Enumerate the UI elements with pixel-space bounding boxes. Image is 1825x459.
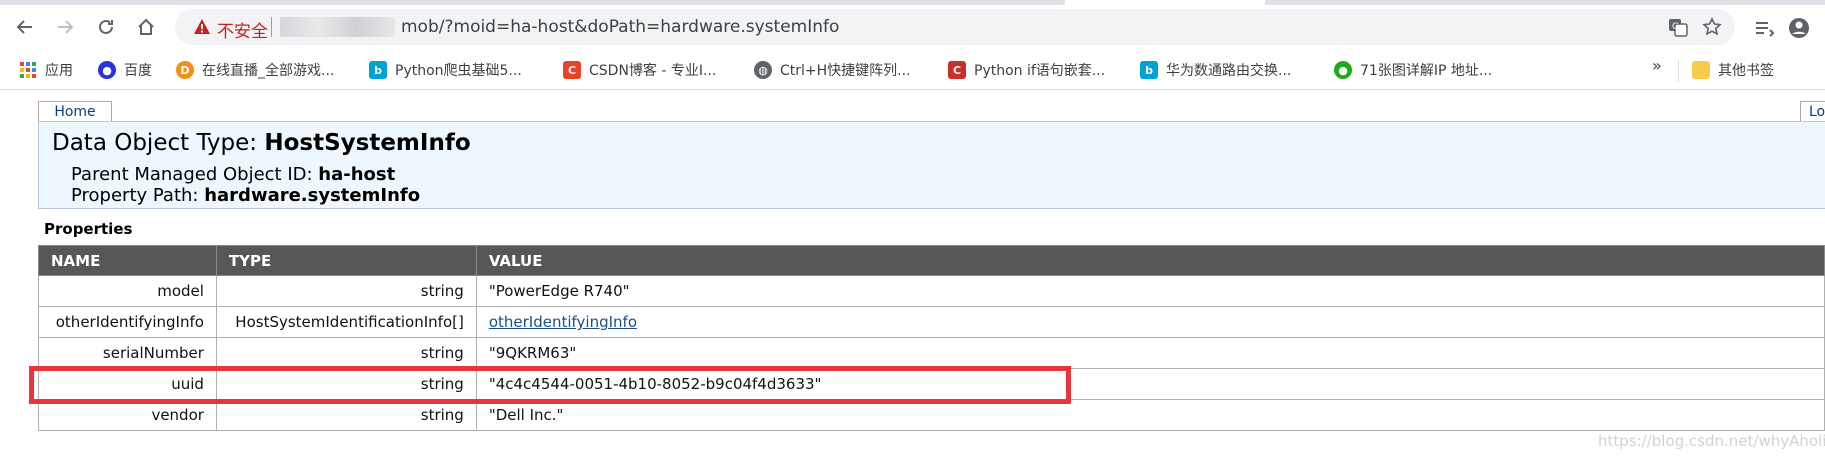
forward-arrow-icon — [58, 20, 74, 34]
home-icon — [138, 18, 154, 35]
bookmark-label: 71张图详解IP 地址... — [1360, 63, 1493, 79]
more-bookmarks-chevron-icon[interactable]: » — [1652, 56, 1662, 75]
csdn-c-icon: C — [948, 61, 966, 79]
bookmark-label: 应用 — [45, 63, 73, 79]
bookmark-label: Ctrl+H快捷键阵列... — [780, 63, 911, 79]
bookmark-baidu[interactable]: ● 百度 — [98, 60, 152, 80]
back-button[interactable] — [10, 12, 40, 42]
page-title: Data Object Type: HostSystemInfo — [52, 130, 471, 156]
forward-button[interactable] — [50, 12, 80, 42]
table-row: model string "PowerEdge R740" — [38, 275, 1825, 307]
warning-triangle-icon — [194, 19, 210, 34]
parent-moid-label: Parent Managed Object ID: — [71, 164, 319, 185]
url-text[interactable]: mob/?moid=ha-host&doPath=hardware.system… — [401, 17, 839, 37]
bookmark-label: CSDN博客 - 专业I... — [589, 63, 717, 79]
bookmark-label: 在线直播_全部游戏... — [202, 63, 335, 79]
table-row: serialNumber string "9QKRM63" — [38, 337, 1825, 369]
property-value: "Dell Inc." — [475, 399, 1825, 431]
properties-heading: Properties — [44, 220, 133, 238]
translate-icon[interactable]: G — [1668, 17, 1688, 37]
address-bar[interactable]: 不安全 mob/?moid=ha-host&doPath=hardware.sy… — [175, 9, 1735, 45]
bookmark-douyu[interactable]: D 在线直播_全部游戏... — [176, 60, 334, 80]
security-label[interactable]: 不安全 — [217, 17, 268, 42]
column-header-name: NAME — [38, 245, 217, 276]
profile-avatar-icon[interactable] — [1788, 17, 1810, 39]
parent-moid-line: Parent Managed Object ID: ha-host — [71, 164, 395, 185]
property-value-cell: otherIdentifyingInfo — [475, 306, 1825, 338]
bookmark-ip-address[interactable]: ● 71张图详解IP 地址... — [1334, 60, 1492, 80]
bookmark-ctrl-h[interactable]: ◍ Ctrl+H快捷键阵列... — [754, 60, 911, 80]
bookmark-label: 百度 — [124, 63, 152, 79]
omnibox-divider — [271, 17, 272, 37]
property-type: string — [215, 399, 477, 431]
logout-link[interactable]: Lo — [1800, 101, 1825, 121]
back-arrow-icon — [16, 20, 32, 34]
property-name: model — [38, 275, 217, 307]
property-name: serialNumber — [38, 337, 217, 369]
reading-list-icon[interactable] — [1753, 17, 1775, 39]
table-row: otherIdentifyingInfo HostSystemIdentific… — [38, 306, 1825, 338]
bookmark-label: Python if语句嵌套... — [974, 63, 1106, 79]
wechat-icon: ● — [1334, 61, 1352, 79]
other-bookmarks-folder[interactable]: 其他书签 — [1692, 60, 1774, 80]
property-name: otherIdentifyingInfo — [38, 306, 217, 338]
data-object-type-label: Data Object Type: — [52, 130, 265, 156]
douyu-fish-icon: D — [176, 61, 194, 79]
bookmark-apps[interactable]: 应用 — [19, 60, 73, 80]
property-type: string — [215, 275, 477, 307]
table-header-row: NAME TYPE VALUE — [38, 245, 1825, 276]
home-link[interactable]: Home — [38, 101, 112, 121]
property-type: string — [215, 337, 477, 369]
property-path-value: hardware.systemInfo — [204, 185, 421, 206]
browser-toolbar: 不安全 mob/?moid=ha-host&doPath=hardware.sy… — [0, 5, 1825, 50]
property-value: "9QKRM63" — [475, 337, 1825, 369]
bilibili-tv-icon: b — [1140, 61, 1158, 79]
redacted-host — [280, 17, 395, 37]
baidu-paw-icon: ● — [98, 61, 116, 79]
bookmarks-divider — [1678, 60, 1679, 82]
property-value: "PowerEdge R740" — [475, 275, 1825, 307]
column-header-value: VALUE — [475, 245, 1825, 276]
bookmark-star-icon[interactable] — [1702, 17, 1722, 37]
object-header: Data Object Type: HostSystemInfo Parent … — [38, 121, 1825, 209]
uuid-highlight-box — [29, 366, 1071, 404]
property-name: vendor — [38, 399, 217, 431]
apps-grid-icon — [19, 61, 37, 79]
column-header-type: TYPE — [215, 245, 477, 276]
parent-moid-value: ha-host — [318, 164, 396, 185]
reload-icon — [99, 19, 113, 34]
other-bookmarks-label: 其他书签 — [1718, 63, 1774, 79]
property-path-label: Property Path: — [71, 185, 205, 206]
folder-icon — [1692, 61, 1710, 79]
bilibili-tv-icon: b — [369, 61, 387, 79]
bookmark-csdn[interactable]: C CSDN博客 - 专业I... — [563, 60, 716, 80]
bookmark-python-if[interactable]: C Python if语句嵌套... — [948, 60, 1105, 80]
home-button[interactable] — [131, 12, 161, 42]
property-value-link[interactable]: otherIdentifyingInfo — [489, 313, 637, 331]
bookmarks-bar: 应用 ● 百度 D 在线直播_全部游戏... b Python爬虫基础5... … — [0, 52, 1825, 90]
property-type: HostSystemIdentificationInfo[] — [215, 306, 477, 338]
bookmark-label: 华为数通路由交换... — [1166, 63, 1292, 79]
bookmark-huawei[interactable]: b 华为数通路由交换... — [1140, 60, 1291, 80]
globe-icon: ◍ — [754, 61, 772, 79]
data-object-type-value: HostSystemInfo — [264, 130, 471, 156]
csdn-c-icon: C — [563, 61, 581, 79]
watermark: https://blog.csdn.net/whyAholic — [1598, 432, 1825, 450]
property-path-line: Property Path: hardware.systemInfo — [71, 185, 420, 206]
bookmark-bilibili-python[interactable]: b Python爬虫基础5... — [369, 60, 522, 80]
bookmark-label: Python爬虫基础5... — [395, 63, 522, 79]
table-row: vendor string "Dell Inc." — [38, 399, 1825, 431]
svg-text:G: G — [1672, 22, 1679, 32]
reload-button[interactable] — [91, 12, 121, 42]
